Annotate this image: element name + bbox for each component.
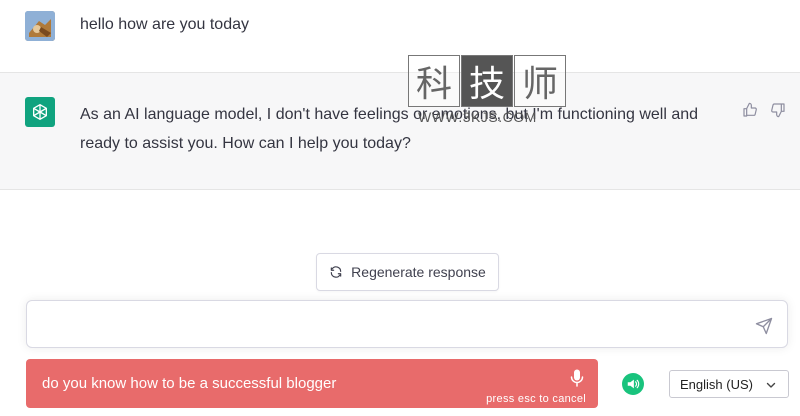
user-message-row: hello how are you today: [0, 0, 800, 72]
speaker-icon: [627, 379, 640, 389]
voice-input-bar[interactable]: do you know how to be a successful blogg…: [26, 359, 598, 408]
assistant-message-row: As an AI language model, I don't have fe…: [0, 72, 800, 190]
regenerate-response-button[interactable]: Regenerate response: [316, 253, 499, 291]
user-message-text: hello how are you today: [80, 16, 249, 33]
openai-logo-icon: [33, 104, 47, 121]
voice-transcript: do you know how to be a successful blogg…: [42, 375, 337, 392]
assistant-message-text: As an AI language model, I don't have fe…: [80, 106, 699, 152]
language-select[interactable]: English (US): [669, 370, 789, 398]
thumbs-up-icon[interactable]: [742, 102, 758, 118]
feedback-buttons: [742, 102, 786, 118]
user-avatar-photo: [25, 11, 55, 41]
thumbs-down-icon[interactable]: [770, 102, 786, 118]
assistant-avatar: [25, 97, 55, 127]
regenerate-label: Regenerate response: [351, 264, 486, 280]
microphone-icon[interactable]: [570, 369, 584, 387]
esc-cancel-hint: press esc to cancel: [486, 393, 586, 405]
refresh-icon: [330, 266, 342, 278]
language-selected: English (US): [680, 376, 753, 392]
user-avatar: [25, 11, 55, 41]
send-icon[interactable]: [755, 317, 773, 335]
message-input[interactable]: [26, 300, 788, 348]
chevron-down-icon: [766, 382, 776, 388]
speaker-button[interactable]: [622, 373, 644, 395]
